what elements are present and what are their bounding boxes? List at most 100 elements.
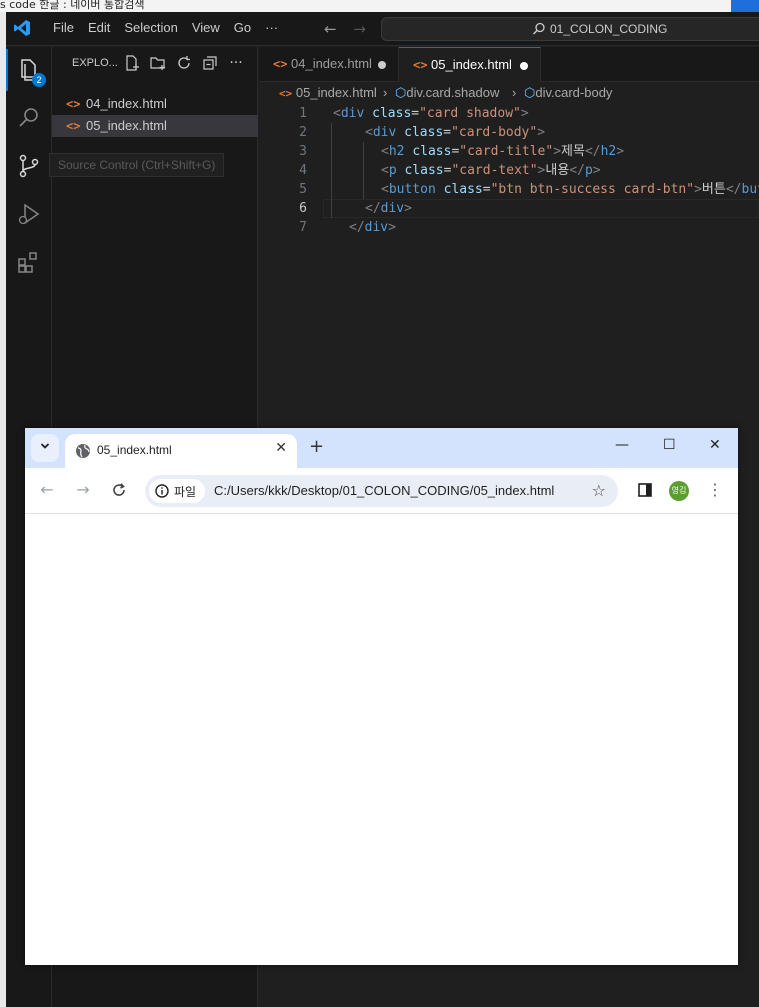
site-chip-label: 파일 <box>174 485 197 499</box>
file-item-04-index[interactable]: <> 04_index.html <box>52 93 258 115</box>
nav-arrows: ← → <box>324 20 378 38</box>
tab-search-button[interactable] <box>31 434 59 462</box>
menu-bar: File Edit Selection View Go ··· <box>46 20 285 35</box>
more-menu-icon[interactable]: ⋮ <box>705 480 725 500</box>
line-number: 4 <box>299 163 307 178</box>
element-cube-icon: ⬡ <box>524 85 536 100</box>
chevron-down-icon <box>40 443 50 449</box>
command-center[interactable]: 01_COLON_CODING <box>381 17 759 41</box>
back-arrow-icon[interactable]: ← <box>324 20 337 38</box>
explorer-title: EXPLO... <box>72 57 118 69</box>
code-line-3: <h2 class="card-title">제목</h2> <box>381 144 625 159</box>
modified-dot-icon[interactable] <box>520 62 528 70</box>
refresh-icon[interactable] <box>176 55 192 75</box>
explorer-toolbar: ··· <box>124 55 244 75</box>
breadcrumb-seg-card-shadow[interactable]: ⬡div.card.shadow <box>395 82 499 104</box>
chrome-tab-05-index[interactable]: 05_index.html ✕ <box>65 434 297 468</box>
back-icon[interactable]: ← <box>37 480 57 500</box>
close-tab-icon[interactable]: ✕ <box>275 440 287 456</box>
element-cube-icon: ⬡ <box>395 85 407 100</box>
tab-label: 05_index.html <box>431 57 512 72</box>
explorer-icon[interactable]: 2 <box>6 49 46 91</box>
minimize-icon[interactable]: — <box>615 437 629 453</box>
code-line-6: </div> <box>365 201 412 216</box>
chrome-tab-strip: 05_index.html ✕ + — ☐ ✕ <box>25 428 738 468</box>
menu-selection[interactable]: Selection <box>117 20 184 35</box>
html-file-icon: <> <box>66 97 81 111</box>
more-actions-icon[interactable]: ··· <box>228 55 244 75</box>
menu-go[interactable]: Go <box>227 20 258 35</box>
menu-file[interactable]: File <box>46 20 81 35</box>
html-file-icon: <> <box>413 58 428 72</box>
address-bar[interactable]: 파일 C:/Users/kkk/Desktop/01_COLON_CODING/… <box>145 475 618 507</box>
modified-dot-icon[interactable] <box>378 61 386 69</box>
indent-guide <box>363 142 364 199</box>
run-debug-icon[interactable] <box>16 201 42 227</box>
code-line-4: <p class="card-text">내용</p> <box>381 163 601 178</box>
extensions-icon[interactable] <box>16 249 42 275</box>
background-window-title: s code 한글 : 네이버 통합검색 <box>0 0 145 11</box>
new-tab-button[interactable]: + <box>309 436 324 457</box>
bookmark-star-icon[interactable]: ☆ <box>592 481 606 500</box>
side-panel-icon[interactable] <box>635 480 655 500</box>
tab-label: 04_index.html <box>291 56 372 71</box>
code-line-5: <button class="btn btn-success card-btn"… <box>381 182 759 197</box>
line-number: 7 <box>299 220 307 235</box>
chrome-toolbar: ← → 파일 C:/Users/kkk/Desktop/01_COLON_COD… <box>25 468 738 514</box>
tab-04-index[interactable]: <> 04_index.html <box>259 47 399 82</box>
line-number: 2 <box>299 125 307 140</box>
vscode-titlebar: File Edit Selection View Go ··· ← → 01_C… <box>6 12 759 46</box>
line-number: 1 <box>299 106 307 121</box>
editor-tabs: <> 04_index.html <> 05_index.html <box>259 47 759 82</box>
chrome-tab-title: 05_index.html <box>97 443 172 457</box>
tooltip-text: Source Control (Ctrl+Shift+G) <box>58 158 216 172</box>
close-window-icon[interactable]: ✕ <box>709 437 721 453</box>
file-name: 04_index.html <box>86 96 167 111</box>
forward-icon[interactable]: → <box>73 480 93 500</box>
source-control-tooltip: Source Control (Ctrl+Shift+G) <box>49 153 225 177</box>
source-control-icon[interactable] <box>16 153 42 179</box>
menu-edit[interactable]: Edit <box>81 20 117 35</box>
page-content-blank <box>25 515 738 965</box>
info-icon <box>155 484 169 498</box>
code-line-7: </div> <box>349 220 396 235</box>
url-text[interactable]: C:/Users/kkk/Desktop/01_COLON_CODING/05_… <box>214 483 554 498</box>
breadcrumb: <> 05_index.html › ⬡div.card.shadow › ⬡d… <box>259 82 759 104</box>
line-number: 3 <box>299 144 307 159</box>
breadcrumb-seg-label: div.card.shadow <box>406 85 500 100</box>
search-icon <box>533 22 545 35</box>
line-number-current: 6 <box>299 201 307 216</box>
code-line-1: <div class="card shadow"> <box>333 106 529 121</box>
collapse-all-icon[interactable] <box>202 55 218 75</box>
vscode-logo-icon <box>14 20 30 36</box>
html-file-icon: <> <box>66 119 81 133</box>
maximize-icon[interactable]: ☐ <box>663 437 676 453</box>
reload-icon[interactable] <box>109 480 129 500</box>
site-info-chip[interactable]: 파일 <box>149 479 205 503</box>
background-window-titlebar: s code 한글 : 네이버 통합검색 <box>0 0 759 12</box>
tab-05-index[interactable]: <> 05_index.html <box>399 47 541 82</box>
explorer-badge: 2 <box>32 73 46 87</box>
menu-more[interactable]: ··· <box>258 20 285 35</box>
line-number: 5 <box>299 182 307 197</box>
code-line-2: <div class="card-body"> <box>365 125 546 140</box>
search-view-icon[interactable] <box>16 105 42 131</box>
background-window-close-area <box>731 0 759 12</box>
breadcrumb-file-label: 05_index.html <box>295 85 377 100</box>
breadcrumb-file[interactable]: <> 05_index.html <box>279 82 377 105</box>
file-name: 05_index.html <box>86 118 167 133</box>
breadcrumb-seg-card-body[interactable]: ⬡div.card-body <box>524 82 612 104</box>
new-folder-icon[interactable] <box>150 55 166 75</box>
command-center-label: 01_COLON_CODING <box>550 22 668 36</box>
menu-view[interactable]: View <box>185 20 227 35</box>
globe-icon <box>76 444 90 458</box>
breadcrumb-separator-icon: › <box>512 85 517 100</box>
forward-arrow-icon[interactable]: → <box>353 20 366 38</box>
chrome-window: 05_index.html ✕ + — ☐ ✕ ← → 파일 C:/Users/… <box>25 428 738 965</box>
new-file-icon[interactable] <box>124 55 140 75</box>
profile-avatar[interactable]: 영김 <box>669 481 689 501</box>
breadcrumb-separator-icon: › <box>383 85 388 100</box>
file-item-05-index[interactable]: <> 05_index.html <box>52 115 258 137</box>
html-file-icon: <> <box>279 87 293 100</box>
indent-guide <box>331 123 332 218</box>
